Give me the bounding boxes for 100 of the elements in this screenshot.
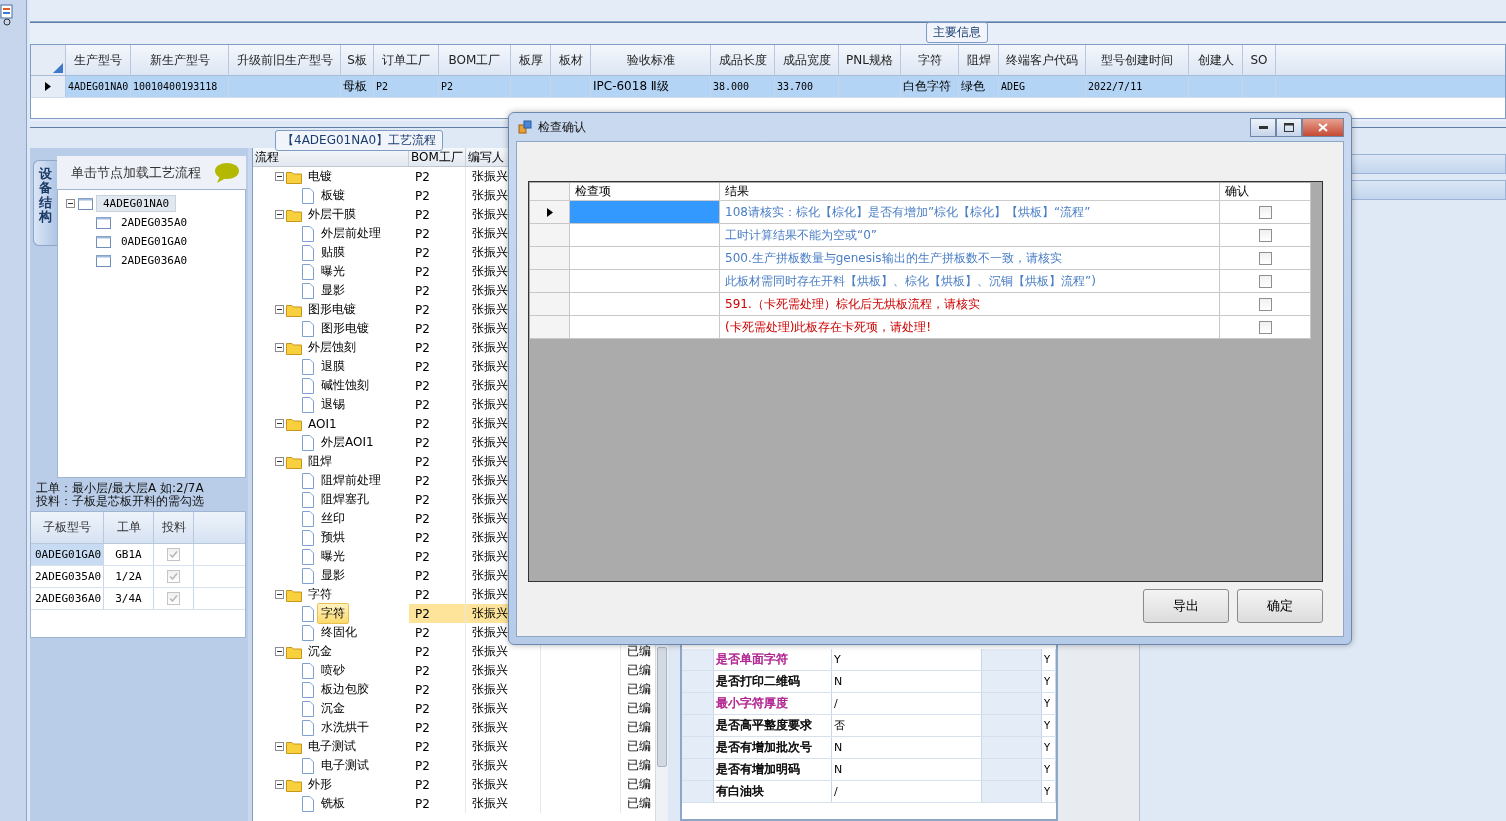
table-cell[interactable]: 0ADEG01GA0 [31, 544, 104, 565]
process-label[interactable]: 曝光 [317, 261, 349, 282]
select-all-icon[interactable] [53, 63, 63, 73]
process-label[interactable]: 阻焊塞孔 [317, 489, 373, 510]
collapse-icon[interactable] [275, 457, 284, 466]
column-header[interactable]: 成品长度 [711, 45, 775, 75]
collapse-icon[interactable] [275, 780, 284, 789]
maximize-button[interactable] [1276, 117, 1302, 137]
table-cell[interactable]: 2ADEG035A0 [31, 566, 104, 587]
confirm-checkbox[interactable] [1258, 297, 1272, 311]
column-header[interactable]: 流程 [253, 148, 409, 166]
checkbox[interactable] [167, 592, 180, 605]
table-cell: P2 [409, 623, 466, 642]
process-label[interactable]: 贴膜 [317, 242, 349, 263]
process-label[interactable]: 终固化 [317, 622, 361, 643]
column-header[interactable]: 阻焊 [959, 45, 999, 75]
tab-title[interactable]: 【4ADEG01NA0】工艺流程 [275, 130, 444, 151]
column-header[interactable]: SO [1243, 45, 1276, 75]
column-header[interactable]: 工单 [104, 512, 154, 543]
document-icon [301, 244, 315, 261]
process-label[interactable]: 退锡 [317, 394, 349, 415]
process-label[interactable]: 外层蚀刻 [304, 337, 360, 358]
process-label[interactable]: 字符 [304, 584, 336, 605]
process-label[interactable]: 曝光 [317, 546, 349, 567]
process-label[interactable]: 沉金 [304, 641, 336, 662]
process-label[interactable]: 碱性蚀刻 [317, 375, 373, 396]
column-header[interactable]: 新生产型号 [131, 45, 229, 75]
process-label[interactable]: 铣板 [317, 793, 349, 814]
column-header[interactable]: BOM工厂 [439, 45, 511, 75]
column-header[interactable]: 板厚 [511, 45, 551, 75]
confirm-checkbox[interactable] [1258, 274, 1272, 288]
process-label[interactable]: 显影 [317, 280, 349, 301]
process-label[interactable]: 丝印 [317, 508, 349, 529]
document-icon [301, 700, 315, 717]
process-label[interactable]: 预烘 [317, 527, 349, 548]
column-header[interactable]: 升级前旧生产型号 [229, 45, 341, 75]
collapse-icon[interactable] [275, 172, 284, 181]
checkbox[interactable] [167, 570, 180, 583]
process-label[interactable]: 阻焊 [304, 451, 336, 472]
column-header[interactable]: 字符 [901, 45, 959, 75]
process-label[interactable]: 板边包胶 [317, 679, 373, 700]
process-label[interactable]: 电子测试 [304, 736, 360, 757]
process-label[interactable]: 显影 [317, 565, 349, 586]
process-label[interactable]: 外层前处理 [317, 223, 385, 244]
process-label[interactable]: 字符 [317, 603, 349, 624]
process-label[interactable]: 电子测试 [317, 755, 373, 776]
process-label[interactable]: 电镀 [304, 166, 336, 187]
column-header[interactable]: 订单工厂 [374, 45, 439, 75]
process-label[interactable]: 外层干膜 [304, 204, 360, 225]
tree-node[interactable]: 2ADEG035A0 [114, 214, 195, 231]
side-tab[interactable]: 设备结构 [33, 160, 57, 246]
column-header[interactable]: 型号创建时间 [1086, 45, 1189, 75]
table-cell[interactable]: 2ADEG036A0 [31, 588, 104, 609]
column-header[interactable]: 子板型号 [31, 512, 104, 543]
column-header[interactable]: 生产型号 [66, 45, 131, 75]
export-button[interactable]: 导出 [1143, 589, 1229, 623]
process-label[interactable]: 板镀 [317, 185, 349, 206]
process-label[interactable]: 喷砂 [317, 660, 349, 681]
confirm-checkbox[interactable] [1258, 251, 1272, 265]
process-label[interactable]: 阻焊前处理 [317, 470, 385, 491]
column-header[interactable]: 投料 [154, 512, 194, 543]
process-label[interactable]: 水洗烘干 [317, 717, 373, 738]
confirm-checkbox[interactable] [1258, 205, 1272, 219]
column-header[interactable]: 终端客户代码 [999, 45, 1086, 75]
process-label[interactable]: 外形 [304, 774, 336, 795]
column-header[interactable]: PNL规格 [839, 45, 901, 75]
tree-node[interactable]: 2ADEG036A0 [114, 252, 195, 269]
checkbox[interactable] [167, 548, 180, 561]
process-label[interactable]: 沉金 [317, 698, 349, 719]
table-cell: 33.700 [775, 76, 839, 97]
process-label[interactable]: 退膜 [317, 356, 349, 377]
table-row[interactable]: 4ADEG01NA0 10010400193118 母板 P2 P2 IPC-6018 Ⅱ级 38.000 33.700 白色字符 绿色 ADEG 2022/7/11 [31, 76, 1505, 98]
column-header[interactable]: BOM工厂 [409, 148, 466, 166]
collapse-icon[interactable] [275, 590, 284, 599]
confirm-checkbox[interactable] [1258, 228, 1272, 242]
confirm-button[interactable]: 确定 [1237, 589, 1323, 623]
collapse-icon[interactable] [275, 419, 284, 428]
scrollbar-thumb[interactable] [657, 647, 667, 767]
app-icon[interactable] [0, 4, 14, 26]
column-header[interactable]: 创建人 [1189, 45, 1243, 75]
tree-node[interactable]: 4ADEG01NA0 [96, 195, 177, 212]
minimize-button[interactable] [1250, 117, 1276, 137]
collapse-icon[interactable] [275, 210, 284, 219]
collapse-icon[interactable] [275, 343, 284, 352]
column-header[interactable]: 验收标准 [591, 45, 711, 75]
collapse-icon[interactable] [275, 742, 284, 751]
table-cell: P2 [409, 699, 466, 718]
process-label[interactable]: 图形电镀 [317, 318, 373, 339]
close-button[interactable] [1302, 117, 1344, 137]
collapse-icon[interactable] [275, 305, 284, 314]
collapse-icon[interactable] [275, 647, 284, 656]
column-header[interactable]: 成品宽度 [775, 45, 839, 75]
confirm-checkbox[interactable] [1258, 320, 1272, 334]
column-header[interactable]: 板材 [551, 45, 591, 75]
process-label[interactable]: AOI1 [304, 414, 341, 433]
process-label[interactable]: 外层AOI1 [317, 432, 378, 453]
column-header[interactable]: S板 [341, 45, 374, 75]
process-label[interactable]: 图形电镀 [304, 299, 360, 320]
collapse-icon[interactable] [66, 199, 75, 208]
tree-node[interactable]: 0ADEG01GA0 [114, 233, 195, 250]
